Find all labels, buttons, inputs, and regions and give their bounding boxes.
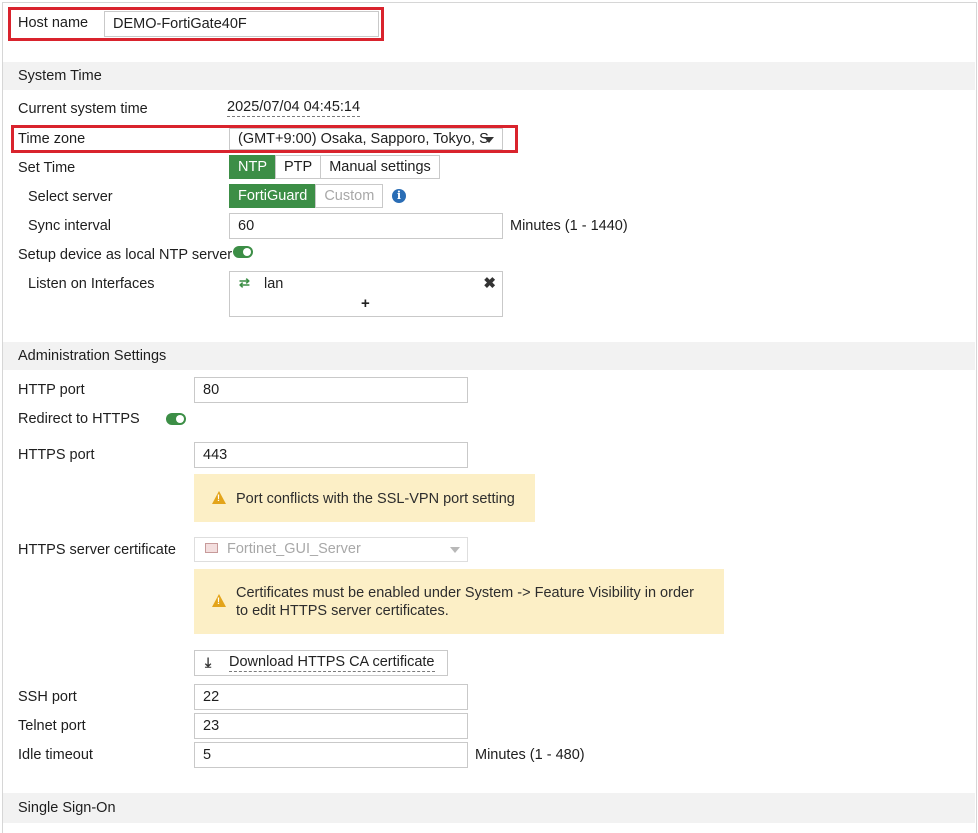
listen-interfaces-label: Listen on Interfaces [28,276,155,292]
https-cert-label: HTTPS server certificate [18,542,176,558]
http-port-label: HTTP port [18,382,85,398]
section-title: Administration Settings [18,348,167,364]
idle-timeout-hint: Minutes (1 - 480) [475,747,585,763]
sync-interval-hint: Minutes (1 - 1440) [510,218,628,234]
section-title: Single Sign-On [18,800,116,816]
https-port-label: HTTPS port [18,447,95,463]
current-time-label: Current system time [18,101,148,117]
https-cert-value: Fortinet_GUI_Server [227,541,361,557]
idle-timeout-input[interactable]: 5 [194,742,468,768]
interface-lan: lan [264,276,284,292]
ssh-port-input[interactable]: 22 [194,684,468,710]
http-port-input[interactable]: 80 [194,377,468,403]
warning-icon [212,594,226,607]
server-fortiguard-button[interactable]: FortiGuard [229,184,317,208]
certificate-warning: Certificates must be enabled under Syste… [194,569,724,634]
warning-text: Port conflicts with the SSL-VPN port set… [236,491,515,507]
set-time-ntp-button[interactable]: NTP [229,155,276,179]
ntp-server-toggle[interactable] [233,246,253,258]
info-icon[interactable]: i [392,189,406,203]
download-ca-cert-button[interactable]: ⤓ Download HTTPS CA certificate [194,650,448,676]
warning-icon [212,491,226,504]
server-custom-button[interactable]: Custom [315,184,384,208]
time-zone-select[interactable]: (GMT+9:00) Osaka, Sapporo, Tokyo, S [229,128,503,150]
telnet-port-label: Telnet port [18,718,86,734]
chevron-down-icon [450,547,460,553]
listen-interfaces-box[interactable]: ⇄ lan ✖ + [229,271,503,317]
idle-timeout-label: Idle timeout [18,747,93,763]
select-server-label: Select server [28,189,113,205]
set-time-toggle-group: NTP PTP Manual settings [229,155,440,179]
current-time-value[interactable]: 2025/07/04 04:45:14 [227,98,361,117]
certificate-icon [205,543,218,553]
set-time-label: Set Time [18,160,76,176]
https-cert-select: Fortinet_GUI_Server [194,537,468,562]
chevron-down-icon [484,137,494,143]
redirect-https-label: Redirect to HTTPS [18,411,140,427]
https-port-warning: Port conflicts with the SSL-VPN port set… [194,474,535,522]
telnet-port-input[interactable]: 23 [194,713,468,739]
sync-interval-input[interactable]: 60 [229,213,503,239]
add-icon[interactable]: + [361,295,370,313]
warning-text-line1: Certificates must be enabled under Syste… [236,585,694,601]
host-name-input[interactable]: DEMO-FortiGate40F [104,11,379,37]
warning-text-line2: to edit HTTPS server certificates. [236,603,449,619]
time-zone-value: (GMT+9:00) Osaka, Sapporo, Tokyo, S [238,131,489,147]
remove-icon[interactable]: ✖ [483,274,496,292]
sso-section-header: Single Sign-On [3,793,975,823]
interface-icon: ⇄ [239,275,250,290]
system-time-section-header: System Time [3,62,975,90]
set-time-manual-button[interactable]: Manual settings [320,155,440,179]
download-icon: ⤓ [205,654,212,670]
ntp-server-label: Setup device as local NTP server [18,247,233,263]
section-title: System Time [18,68,102,84]
set-time-ptp-button[interactable]: PTP [275,155,322,179]
sync-interval-label: Sync interval [28,218,112,234]
server-toggle-group: FortiGuard Custom [229,184,384,208]
redirect-https-toggle[interactable] [166,413,186,425]
download-label: Download HTTPS CA certificate [229,654,435,672]
ssh-port-label: SSH port [18,689,77,705]
https-port-input[interactable]: 443 [194,442,468,468]
time-zone-label: Time zone [18,131,86,147]
admin-settings-section-header: Administration Settings [3,342,975,370]
host-name-label: Host name [18,15,89,31]
